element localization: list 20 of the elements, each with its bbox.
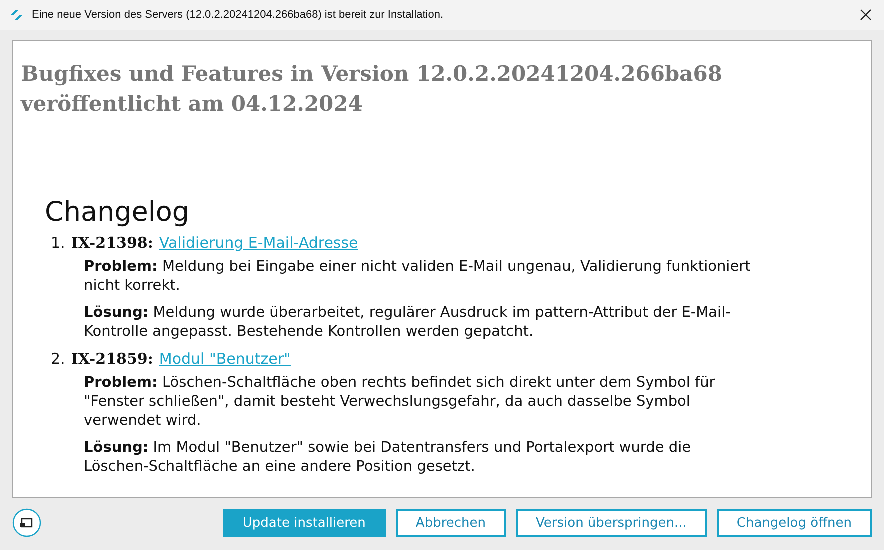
window-title: Eine neue Version des Servers (12.0.2.20241204.266ba68) ist bereit zur Installation. (32, 9, 445, 21)
issue-link[interactable]: Validierung E-Mail-Adresse (159, 234, 358, 252)
changelog-title: Changelog (45, 197, 191, 228)
issue-link[interactable]: Modul "Benutzer" (159, 350, 291, 368)
issue-description: Lösung: Im Modul "Benutzer" sowie bei Datentransfers und Portalexport wurde die Löschen-Schaltfläche an eine andere Position gesetzt. (84, 439, 692, 477)
list-number: 2. (51, 350, 66, 368)
dialog-button[interactable]: Abbrechen (396, 509, 506, 537)
dialog-button[interactable]: Version überspringen... (516, 509, 707, 537)
list-number: 1. (51, 234, 66, 252)
issue-id: IX-21859: (71, 350, 154, 368)
issue-description: Lösung: Meldung wurde überarbeitet, regulärer Ausdruck im pattern-Attribut der E-Mail-Kontrolle angepasst. Bestehende Kontrollen werden gepatcht. (84, 304, 732, 342)
issue-id: IX-21398: (71, 234, 154, 252)
dialog-button[interactable]: Changelog öffnen (716, 509, 872, 537)
screen-mirror-icon[interactable] (12, 508, 42, 538)
app-logo-icon (10, 9, 24, 21)
issue-description: Problem: Meldung bei Eingabe einer nicht validen E-Mail ungenau, Validierung funktioniert nicht korrekt. (84, 258, 752, 296)
install-button[interactable]: Update installieren (222, 509, 386, 537)
close-icon[interactable] (860, 9, 872, 21)
release-heading: Bugfixes und Features in Version 12.0.2.20241204.266ba68 veröffentlicht am 04.12.2024 (21, 60, 724, 118)
issue-description: Problem: Löschen-Schaltfläche oben rechts befindet sich direkt unter dem Symbol für "Fenster schließen", damit besteht Verwechslungsgefahr, da auch dasselbe Symbol verwendet wird. (84, 374, 716, 431)
